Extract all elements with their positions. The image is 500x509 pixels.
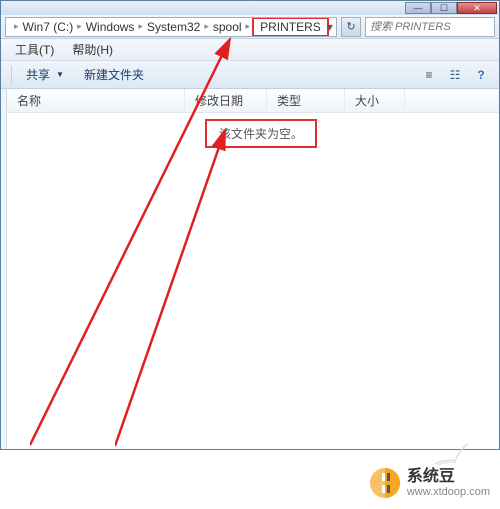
toolbar-right: ≡ ☷ ?	[417, 65, 493, 85]
breadcrumb-sep: ▸	[246, 21, 251, 32]
breadcrumb-sep: ▸	[14, 21, 19, 32]
share-label: 共享	[26, 66, 50, 83]
close-button[interactable]: ✕	[457, 2, 497, 14]
search-input[interactable]	[370, 21, 490, 33]
minimize-button[interactable]: —	[405, 2, 431, 14]
content-area: 名称 修改日期 类型 大小 该文件夹为空。	[1, 89, 499, 449]
watermark: 系统豆 www.xtdoop.com	[369, 467, 490, 499]
column-size[interactable]: 大小	[345, 89, 405, 112]
menu-help[interactable]: 帮助(H)	[64, 39, 121, 60]
watermark-text: 系统豆 www.xtdoop.com	[407, 467, 490, 499]
breadcrumb-item-printers[interactable]: PRINTERS	[252, 17, 329, 37]
page-curl-decoration	[430, 439, 470, 469]
maximize-button[interactable]: ☐	[431, 2, 457, 14]
column-name[interactable]: 名称	[7, 89, 185, 112]
breadcrumb-sep: ▸	[77, 21, 82, 32]
column-headers: 名称 修改日期 类型 大小	[7, 89, 499, 113]
window-titlebar[interactable]: — ☐ ✕	[1, 1, 499, 15]
window-controls: — ☐ ✕	[405, 2, 497, 14]
column-type[interactable]: 类型	[267, 89, 345, 112]
toolbar: 共享 ▼ 新建文件夹 ≡ ☷ ?	[1, 61, 499, 89]
breadcrumb-item-system32[interactable]: System32	[147, 20, 200, 34]
breadcrumb-item-drive[interactable]: Win7 (C:)	[23, 20, 74, 34]
search-box[interactable]	[365, 17, 495, 37]
refresh-button[interactable]: ↻	[341, 17, 361, 37]
empty-folder-message: 该文件夹为空。	[205, 119, 317, 148]
column-date[interactable]: 修改日期	[185, 89, 267, 112]
watermark-url: www.xtdoop.com	[407, 486, 490, 499]
breadcrumb-sep: ▸	[138, 21, 143, 32]
watermark-logo-icon	[369, 467, 401, 499]
address-bar: ▸ Win7 (C:) ▸ Windows ▸ System32 ▸ spool…	[1, 15, 499, 39]
explorer-window: — ☐ ✕ ▸ Win7 (C:) ▸ Windows ▸ System32 ▸…	[0, 0, 500, 450]
watermark-title: 系统豆	[407, 467, 490, 486]
chevron-down-icon: ▼	[56, 70, 64, 79]
menu-tools[interactable]: 工具(T)	[7, 39, 62, 60]
help-button[interactable]: ?	[469, 65, 493, 85]
breadcrumb-item-windows[interactable]: Windows	[86, 20, 135, 34]
breadcrumb[interactable]: ▸ Win7 (C:) ▸ Windows ▸ System32 ▸ spool…	[5, 17, 337, 37]
menu-bar: 工具(T) 帮助(H)	[1, 39, 499, 61]
share-button[interactable]: 共享 ▼	[16, 63, 74, 86]
toolbar-separator	[11, 66, 12, 84]
breadcrumb-dropdown[interactable]: ▾	[327, 20, 333, 34]
breadcrumb-item-spool[interactable]: spool	[213, 20, 242, 34]
preview-pane-button[interactable]: ☷	[443, 65, 467, 85]
new-folder-button[interactable]: 新建文件夹	[74, 63, 154, 86]
view-mode-button[interactable]: ≡	[417, 65, 441, 85]
file-list[interactable]: 名称 修改日期 类型 大小 该文件夹为空。	[7, 89, 499, 449]
breadcrumb-sep: ▸	[204, 21, 209, 32]
